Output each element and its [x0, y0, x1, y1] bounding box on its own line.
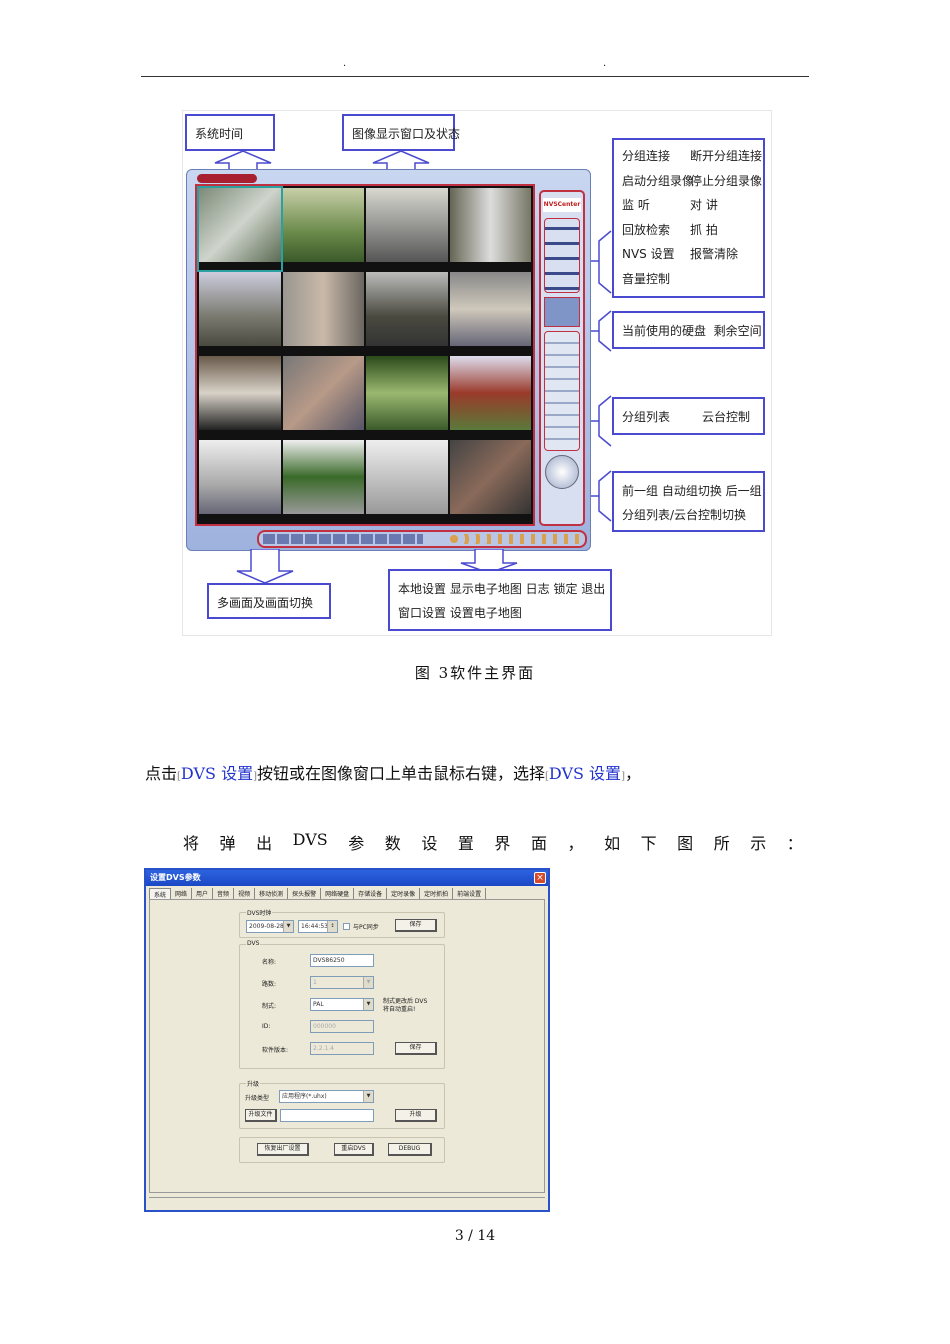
- video-cell[interactable]: [366, 440, 448, 522]
- video-cell[interactable]: [366, 272, 448, 354]
- upgrade-file-button[interactable]: 升级文件: [245, 1109, 277, 1122]
- video-cell[interactable]: [282, 356, 364, 438]
- video-cell[interactable]: [449, 440, 531, 522]
- annotation-system-time: 系统时间: [185, 114, 275, 151]
- close-button[interactable]: ×: [534, 872, 546, 884]
- chevron-down-icon: ▼: [283, 921, 293, 932]
- dvs-settings-dialog: 设置DVS参数 × 系统 网络 用户 音频 视频 移动侦测 探头报警 网络硬盘 …: [144, 868, 550, 1212]
- annotation-list-ptz: 分组列表 云台控制: [612, 397, 765, 435]
- disk-info: [544, 297, 580, 327]
- video-cell[interactable]: [449, 272, 531, 354]
- multi-screen-buttons[interactable]: [263, 534, 423, 544]
- body-paragraph-2: 将弹出 DVS 参数设置界面，如下图所示：: [183, 830, 803, 853]
- nvscenter-window: NVSCenter: [186, 169, 591, 551]
- name-input[interactable]: DVS86250: [310, 954, 374, 967]
- annotation-disk: 当前使用的硬盘 剩余空间: [612, 311, 765, 349]
- ptz-direction-pad[interactable]: [545, 455, 579, 489]
- status-bar: [149, 1197, 545, 1209]
- version-input: 2.2.1.4: [310, 1042, 374, 1055]
- format-label: 制式:: [262, 1003, 277, 1010]
- annotation-group-controls: 分组连接 断开分组连接 启动分组录像停止分组录像 监 听对 讲 回放检索抓 拍 N…: [612, 138, 765, 298]
- sync-pc-label: 与PC同步: [353, 924, 379, 931]
- annotation-multi-screen: 多画面及画面切换: [207, 583, 331, 619]
- save-dvs-button[interactable]: 保存: [395, 1042, 437, 1055]
- video-cell[interactable]: [366, 356, 448, 438]
- page-number: 3 / 14: [454, 1228, 496, 1244]
- video-cell[interactable]: [449, 188, 531, 270]
- format-note: 制式更改后 DVS 将自动重启!: [383, 998, 428, 1013]
- date-picker[interactable]: 2009-08-28 ▼: [246, 920, 294, 933]
- dialog-title: 设置DVS参数: [146, 870, 548, 886]
- reboot-dvs-button[interactable]: 重启DVS: [334, 1143, 374, 1156]
- video-cell[interactable]: [366, 188, 448, 270]
- header-mark: .: [343, 58, 347, 69]
- upgrade-type-select[interactable]: 应用程序(*.uhx) ▼: [279, 1090, 374, 1103]
- save-clock-button[interactable]: 保存: [395, 919, 437, 932]
- annotation-image-window: 图像显示窗口及状态: [342, 114, 460, 151]
- sync-pc-checkbox[interactable]: [343, 923, 350, 930]
- video-cell[interactable]: [199, 440, 281, 522]
- format-select[interactable]: PAL ▼: [310, 998, 374, 1011]
- channels-label: 路数:: [262, 981, 277, 988]
- software-main-interface-figure: 系统时间 图像显示窗口及状态 NVSCenter 分组连接 断开分组连接 启动分…: [182, 110, 772, 636]
- video-cell[interactable]: [282, 272, 364, 354]
- dvs-settings-link[interactable]: DVS 设置: [549, 764, 621, 783]
- system-time-bar: [197, 174, 257, 183]
- header-mark: .: [603, 58, 607, 69]
- bracket-arrows: [591, 230, 612, 522]
- app-logo: NVSCenter: [543, 198, 581, 212]
- bottom-toolbar: [257, 530, 587, 548]
- version-label: 软件版本:: [262, 1047, 289, 1054]
- video-cell[interactable]: [449, 356, 531, 438]
- video-cell[interactable]: [282, 440, 364, 522]
- factory-reset-button[interactable]: 恢复出厂设置: [257, 1143, 309, 1156]
- video-cell[interactable]: [199, 272, 281, 354]
- upgrade-button[interactable]: 升级: [395, 1109, 437, 1122]
- dvs-settings-link[interactable]: DVS 设置: [181, 764, 253, 783]
- figure-caption: 图 3软件主界面: [414, 664, 536, 682]
- ptz-controls[interactable]: [544, 331, 580, 451]
- control-panel: NVSCenter: [539, 190, 585, 526]
- id-input: 000000: [310, 1020, 374, 1033]
- video-cell[interactable]: [199, 356, 281, 438]
- function-buttons[interactable]: [449, 534, 579, 544]
- channels-select: 1 ▼: [310, 976, 374, 989]
- chevron-down-icon: ▼: [363, 977, 373, 988]
- spinner-icon: ↕: [327, 921, 337, 932]
- video-cell[interactable]: [197, 186, 283, 272]
- annotation-bottom-buttons: 本地设置 显示电子地图 日志 锁定 退出 窗口设置 设置电子地图: [388, 569, 612, 631]
- time-spinner[interactable]: 16:44:53 ↕: [298, 920, 338, 933]
- chevron-down-icon: ▼: [363, 1091, 373, 1102]
- id-label: ID:: [262, 1023, 271, 1030]
- arrow-down-icon: [236, 549, 294, 583]
- video-cell[interactable]: [282, 188, 364, 270]
- group-buttons[interactable]: [544, 218, 580, 293]
- chevron-down-icon: ▼: [363, 999, 373, 1010]
- name-label: 名称:: [262, 959, 277, 966]
- video-grid: [195, 184, 535, 526]
- upgrade-file-input[interactable]: [280, 1109, 374, 1122]
- body-paragraph: 点击[DVS 设置]按钮或在图像窗口上单击鼠标右键，选择[DVS 设置]，: [145, 764, 641, 783]
- debug-button[interactable]: DEBUG: [388, 1143, 432, 1156]
- upgrade-type-label: 升级类型: [245, 1095, 270, 1102]
- annotation-group-switch: 前一组 自动组切换 后一组 分组列表/云台控制切换: [612, 471, 765, 532]
- header-rule: [141, 76, 809, 77]
